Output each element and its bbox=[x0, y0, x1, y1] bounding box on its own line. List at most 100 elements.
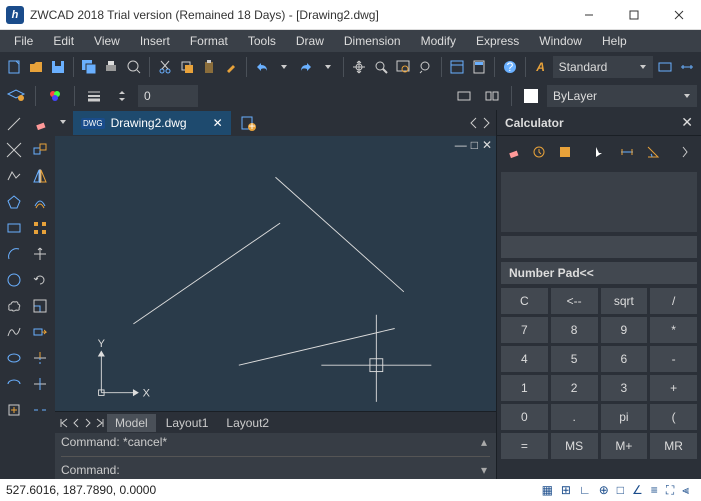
color-icon[interactable] bbox=[43, 84, 67, 108]
polar-icon[interactable]: ⊕ bbox=[599, 483, 609, 498]
paste-icon[interactable] bbox=[199, 55, 219, 79]
calc-key-back[interactable]: <-- bbox=[551, 288, 598, 314]
tab-next[interactable] bbox=[480, 116, 492, 130]
calc-key-add[interactable]: + bbox=[650, 375, 697, 401]
calc-key-sqrt[interactable]: sqrt bbox=[601, 288, 648, 314]
layout-tab-1[interactable]: Layout1 bbox=[158, 414, 217, 432]
calc-close-icon[interactable]: ✕ bbox=[681, 114, 693, 131]
layout-prev[interactable] bbox=[71, 418, 81, 428]
break-icon[interactable] bbox=[28, 398, 52, 422]
trim-icon[interactable] bbox=[28, 346, 52, 370]
menu-express[interactable]: Express bbox=[466, 31, 529, 51]
maximize-button[interactable] bbox=[611, 0, 656, 30]
menu-window[interactable]: Window bbox=[529, 31, 592, 51]
ortho-icon[interactable]: ∟ bbox=[579, 483, 591, 498]
pline-icon[interactable] bbox=[2, 164, 26, 188]
menu-tools[interactable]: Tools bbox=[238, 31, 286, 51]
calc-key-paren[interactable]: ( bbox=[650, 404, 697, 430]
calc-paste-icon[interactable] bbox=[553, 140, 577, 164]
command-line[interactable]: Command: *cancel* Command: ▴ ▾ bbox=[55, 433, 496, 479]
spin-down[interactable] bbox=[110, 84, 134, 108]
print-icon[interactable] bbox=[101, 55, 121, 79]
offset-icon[interactable] bbox=[28, 190, 52, 214]
new-icon[interactable] bbox=[4, 55, 24, 79]
linetype2-icon[interactable] bbox=[480, 84, 504, 108]
calc-key-eq[interactable]: = bbox=[501, 433, 548, 459]
doc-tab-close[interactable]: ✕ bbox=[213, 116, 223, 130]
line-icon[interactable] bbox=[2, 112, 26, 136]
calc-key-sub[interactable]: - bbox=[650, 346, 697, 372]
xline-icon[interactable] bbox=[2, 138, 26, 162]
layer-select[interactable]: ByLayer bbox=[547, 85, 697, 107]
zoom-icon[interactable] bbox=[371, 55, 391, 79]
calc-dist-icon[interactable] bbox=[615, 140, 639, 164]
doc-tab-active[interactable]: DWG Drawing2.dwg ✕ bbox=[73, 111, 231, 135]
move-icon[interactable] bbox=[28, 242, 52, 266]
insert-icon[interactable] bbox=[2, 398, 26, 422]
calc-key-2[interactable]: 2 bbox=[551, 375, 598, 401]
calc-key-dot[interactable]: . bbox=[551, 404, 598, 430]
redo-icon[interactable] bbox=[296, 55, 316, 79]
pan-icon[interactable] bbox=[349, 55, 369, 79]
calc-key-5[interactable]: 5 bbox=[551, 346, 598, 372]
tab-prev[interactable] bbox=[468, 116, 480, 130]
calc-key-mplus[interactable]: M+ bbox=[601, 433, 648, 459]
copy-icon[interactable] bbox=[177, 55, 197, 79]
menu-format[interactable]: Format bbox=[180, 31, 238, 51]
save-icon[interactable] bbox=[48, 55, 68, 79]
menu-file[interactable]: File bbox=[4, 31, 43, 51]
linetype-icon[interactable] bbox=[452, 84, 476, 108]
match-icon[interactable] bbox=[221, 55, 241, 79]
vp-max-icon[interactable]: □ bbox=[471, 138, 478, 152]
calc-key-0[interactable]: 0 bbox=[501, 404, 548, 430]
folder-icon[interactable] bbox=[26, 55, 46, 79]
annotate-icon[interactable]: A bbox=[531, 55, 551, 79]
calc-key-8[interactable]: 8 bbox=[551, 317, 598, 343]
calc-display[interactable] bbox=[501, 172, 697, 232]
calc-key-9[interactable]: 9 bbox=[601, 317, 648, 343]
cmd-prompt[interactable]: Command: bbox=[61, 463, 490, 477]
stretch-icon[interactable] bbox=[28, 320, 52, 344]
lwt-icon[interactable]: ≡ bbox=[651, 483, 658, 498]
dropdown-icon[interactable] bbox=[318, 55, 338, 79]
layout-tab-2[interactable]: Layout2 bbox=[218, 414, 277, 432]
layercolor-icon[interactable] bbox=[519, 84, 543, 108]
extend-icon[interactable] bbox=[28, 372, 52, 396]
saveall-icon[interactable] bbox=[79, 55, 99, 79]
ellipse-icon[interactable] bbox=[2, 346, 26, 370]
arc-icon[interactable] bbox=[2, 242, 26, 266]
calc-key-3[interactable]: 3 bbox=[601, 375, 648, 401]
cmd-scroll-down[interactable]: ▾ bbox=[476, 463, 492, 477]
style-btn1[interactable] bbox=[655, 55, 675, 79]
calc-angle-icon[interactable] bbox=[641, 140, 665, 164]
new-tab-button[interactable]: + bbox=[237, 112, 259, 134]
rotate-icon[interactable] bbox=[28, 268, 52, 292]
grid-icon[interactable]: ⊞ bbox=[561, 483, 571, 498]
calc-key-1[interactable]: 1 bbox=[501, 375, 548, 401]
lineweight-input[interactable]: 0 bbox=[138, 85, 198, 107]
array-icon[interactable] bbox=[28, 216, 52, 240]
menu-edit[interactable]: Edit bbox=[43, 31, 84, 51]
text-style-select[interactable]: Standard bbox=[553, 56, 653, 78]
erase-icon[interactable] bbox=[28, 112, 52, 136]
cmd-scroll-up[interactable]: ▴ bbox=[476, 435, 492, 449]
menu-modify[interactable]: Modify bbox=[411, 31, 466, 51]
layout-next[interactable] bbox=[83, 418, 93, 428]
calc-key-6[interactable]: 6 bbox=[601, 346, 648, 372]
calc-more-icon[interactable] bbox=[673, 140, 697, 164]
circle-icon[interactable] bbox=[2, 268, 26, 292]
dropdown-icon[interactable] bbox=[274, 55, 294, 79]
calc-pick-icon[interactable] bbox=[589, 140, 613, 164]
help-icon[interactable]: ? bbox=[500, 55, 520, 79]
calc-history-icon[interactable] bbox=[527, 140, 551, 164]
calc-key-c[interactable]: C bbox=[501, 288, 548, 314]
menu-view[interactable]: View bbox=[84, 31, 130, 51]
mirror-icon[interactable] bbox=[28, 164, 52, 188]
layout-last[interactable] bbox=[95, 418, 105, 428]
polygon-icon[interactable] bbox=[2, 190, 26, 214]
menu-draw[interactable]: Draw bbox=[286, 31, 334, 51]
properties-icon[interactable] bbox=[446, 55, 466, 79]
revcloud-icon[interactable] bbox=[2, 294, 26, 318]
scale-icon[interactable] bbox=[28, 294, 52, 318]
layout-tab-model[interactable]: Model bbox=[107, 414, 156, 432]
